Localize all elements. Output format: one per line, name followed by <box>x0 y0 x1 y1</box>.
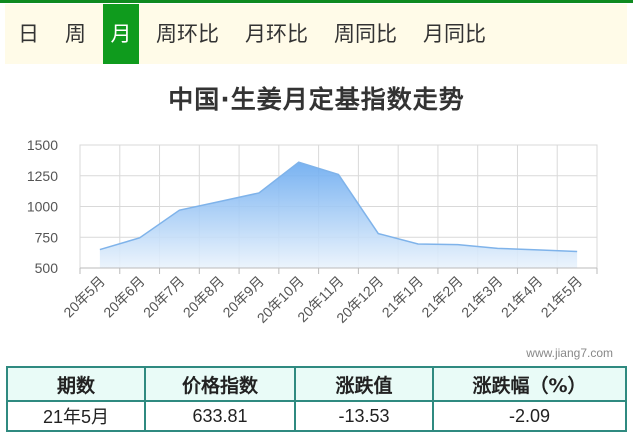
y-tick-label: 1000 <box>27 199 58 215</box>
change-value-cell: -13.53 <box>294 400 434 432</box>
x-tick-label: 21年1月 <box>379 273 427 321</box>
period-cell: 21年5月 <box>6 400 146 432</box>
x-tick-label: 20年8月 <box>180 273 228 321</box>
y-tick-label: 1500 <box>27 137 58 153</box>
y-tick-label: 750 <box>35 229 59 245</box>
col-change-value-header: 涨跌值 <box>294 366 434 402</box>
x-tick-label: 21年3月 <box>458 273 506 321</box>
y-tick-label: 1250 <box>27 168 58 184</box>
x-tick-label: 21年5月 <box>538 273 586 321</box>
x-tick-label: 20年5月 <box>60 273 108 321</box>
x-tick-label: 20年7月 <box>140 273 188 321</box>
index-trend-chart: 50075010001250150020年5月20年6月20年7月20年8月20… <box>27 137 598 326</box>
price-index-cell: 633.81 <box>144 400 296 432</box>
y-tick-label: 500 <box>35 260 59 276</box>
col-price-index-header: 价格指数 <box>144 366 296 402</box>
latest-index-table: 期数 价格指数 涨跌值 涨跌幅（%） 21年5月 633.81 -13.53 -… <box>6 366 627 432</box>
table-row: 21年5月 633.81 -13.53 -2.09 <box>6 400 627 432</box>
x-tick-label: 21年4月 <box>498 273 546 321</box>
site-watermark: www.jiang7.com <box>526 346 613 360</box>
x-tick-label: 21年2月 <box>418 273 466 321</box>
change-percent-cell: -2.09 <box>432 400 627 432</box>
table-header-row: 期数 价格指数 涨跌值 涨跌幅（%） <box>6 366 627 402</box>
col-change-percent-header: 涨跌幅（%） <box>432 366 627 402</box>
col-period-header: 期数 <box>6 366 146 402</box>
x-tick-label: 20年6月 <box>100 273 148 321</box>
